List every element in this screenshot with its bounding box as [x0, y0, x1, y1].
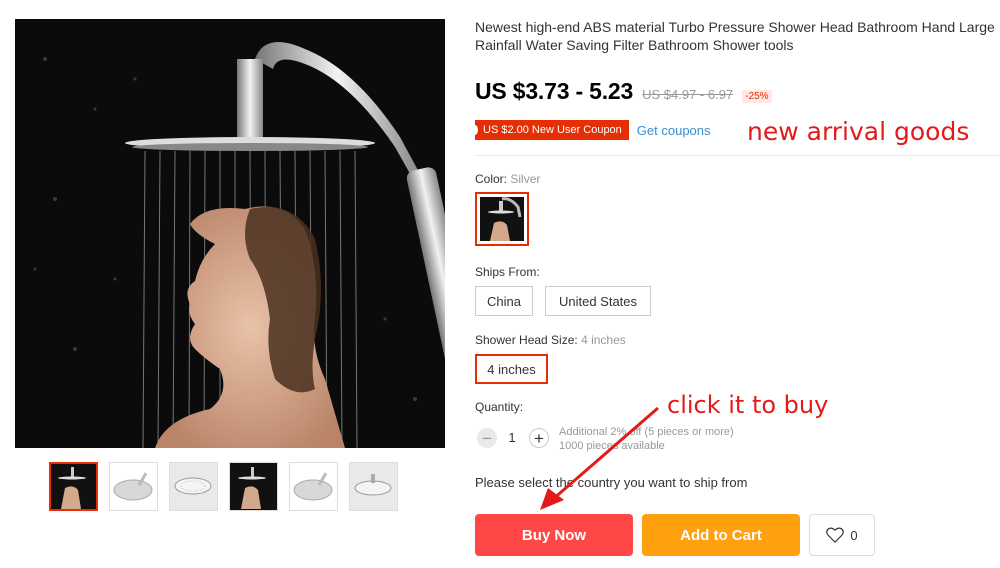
divider [475, 155, 1000, 156]
discount-badge: -25% [742, 90, 772, 103]
thumbnail-2[interactable] [109, 462, 158, 511]
quantity-label: Quantity: [475, 400, 524, 414]
coupon-row: US $2.00 New User Coupon Get coupons [472, 120, 711, 140]
color-label: Color: Silver [475, 172, 540, 186]
arrow-icon [540, 406, 659, 510]
shower-head-size-label: Shower Head Size: 4 inches [475, 333, 626, 347]
heart-icon [826, 527, 845, 543]
bulk-discount-note: Additional 2% off (5 pieces or more) [559, 426, 734, 438]
ship-country-message: Please select the country you want to sh… [475, 475, 748, 490]
quantity-note: Additional 2% off (5 pieces or more) 100… [559, 425, 734, 453]
swatch-image [480, 197, 524, 241]
add-to-cart-button[interactable]: Add to Cart [642, 514, 800, 556]
ships-from-united-states[interactable]: United States [545, 286, 651, 316]
size-value: 4 inches [581, 333, 626, 347]
wishlist-count: 0 [850, 527, 858, 543]
original-price: US $4.97 - 6.97 [642, 87, 734, 102]
new-arrival-annotation: new arrival goods [747, 117, 970, 146]
size-option-4-inches[interactable]: 4 inches [475, 354, 548, 384]
quantity-increase-button[interactable]: + [529, 428, 549, 448]
price-row: US $3.73 - 5.23 US $4.97 - 6.97 -25% [475, 78, 772, 105]
click-to-buy-annotation: click it to buy [667, 391, 829, 419]
thumbnail-1[interactable] [49, 462, 98, 511]
thumbnail-6[interactable] [349, 462, 398, 511]
quantity-decrease-button[interactable]: − [477, 428, 497, 448]
stock-available-note: 1000 pieces available [559, 440, 665, 452]
get-coupons-link[interactable]: Get coupons [637, 123, 711, 138]
product-title: Newest high-end ABS material Turbo Press… [475, 19, 995, 53]
size-label-text: Shower Head Size: [475, 333, 578, 347]
color-value: Silver [510, 172, 541, 186]
color-label-text: Color: [475, 172, 508, 186]
wishlist-button[interactable]: 0 [809, 514, 875, 556]
new-user-coupon-badge[interactable]: US $2.00 New User Coupon [472, 120, 629, 140]
quantity-value[interactable]: 1 [504, 430, 520, 445]
ships-from-label: Ships From: [475, 265, 540, 279]
ships-from-china[interactable]: China [475, 286, 533, 316]
thumbnail-5[interactable] [289, 462, 338, 511]
thumbnail-strip [49, 462, 398, 511]
thumbnail-4[interactable] [229, 462, 278, 511]
buy-now-button[interactable]: Buy Now [475, 514, 633, 556]
thumbnail-3[interactable] [169, 462, 218, 511]
color-swatch-silver[interactable] [475, 192, 529, 246]
sale-price: US $3.73 - 5.23 [475, 78, 634, 104]
main-product-image [15, 19, 445, 448]
